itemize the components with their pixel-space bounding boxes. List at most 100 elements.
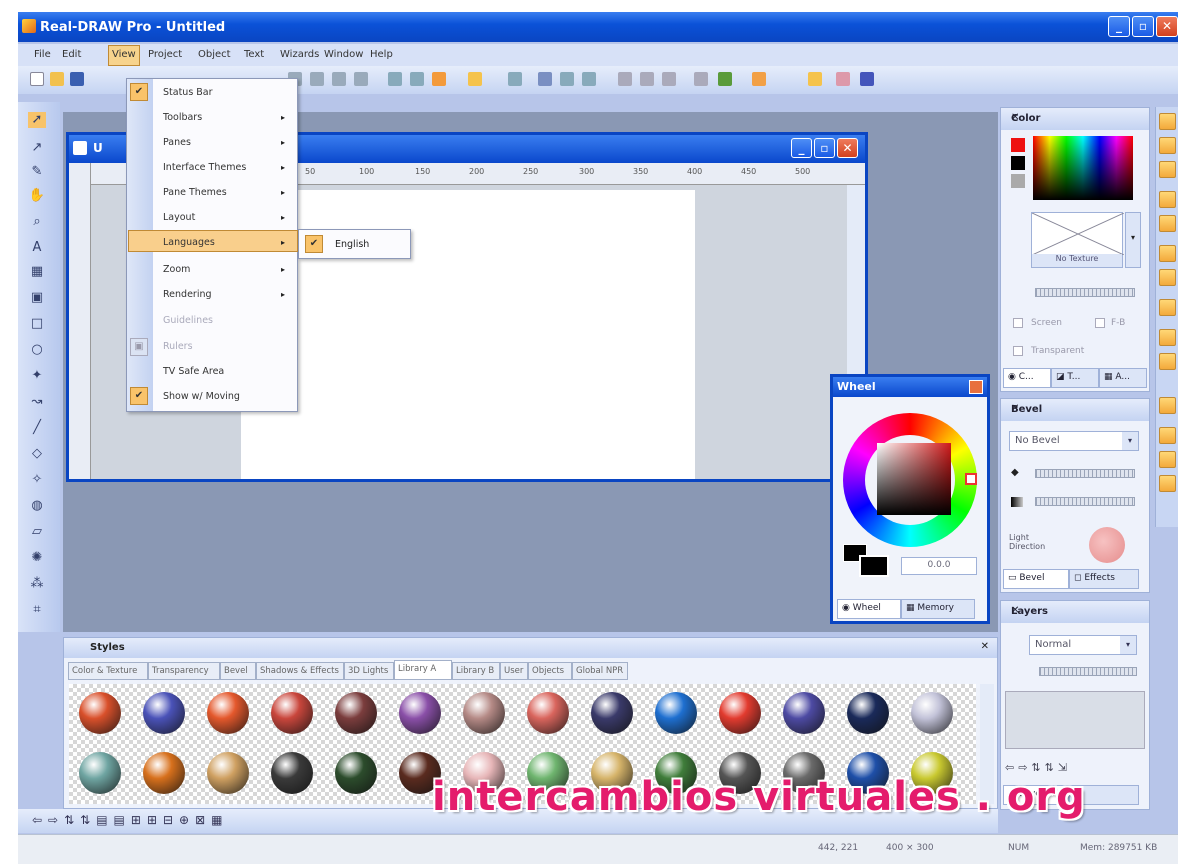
- transform-panel-icon[interactable]: [1159, 269, 1176, 286]
- style-swatch[interactable]: [335, 752, 377, 794]
- tab-texture[interactable]: ◪ T...: [1051, 368, 1099, 388]
- color-value-field[interactable]: 0.0.0: [901, 557, 977, 575]
- style-swatch[interactable]: [143, 692, 185, 734]
- opacity-slider[interactable]: [1035, 288, 1135, 297]
- brush-icon[interactable]: [560, 72, 574, 86]
- bevel-type-select[interactable]: No Bevel ▾: [1009, 431, 1139, 451]
- style-swatch[interactable]: [207, 692, 249, 734]
- light-icon[interactable]: [468, 72, 482, 86]
- menu-item-rendering[interactable]: Rendering: [163, 289, 212, 300]
- menu-text[interactable]: Text: [244, 49, 264, 60]
- zoom-tool-icon[interactable]: ⌕: [28, 214, 46, 230]
- bevel-depth-slider[interactable]: [1035, 469, 1135, 478]
- effects-panel-icon[interactable]: [1159, 245, 1176, 262]
- frame-icon[interactable]: [808, 72, 822, 86]
- menu-item-panes[interactable]: Panes: [163, 137, 191, 148]
- order-icon-2[interactable]: [640, 72, 654, 86]
- fill-tool-icon[interactable]: ◍: [28, 498, 46, 514]
- gradient-panel-icon[interactable]: [1159, 137, 1176, 154]
- tab-objects[interactable]: Objects: [528, 662, 572, 680]
- menu-item-toolbars[interactable]: Toolbars: [163, 112, 202, 123]
- bitmap-tool-icon[interactable]: ▣: [28, 290, 46, 306]
- star-tool-icon[interactable]: ✦: [28, 368, 46, 384]
- menu-item-zoom[interactable]: Zoom: [163, 264, 190, 275]
- menu-item-pane-themes[interactable]: Pane Themes: [163, 187, 227, 198]
- ellipse-tool-icon[interactable]: ○: [28, 342, 46, 358]
- layer-list[interactable]: [1005, 691, 1145, 749]
- minimize-button[interactable]: _: [1108, 16, 1130, 37]
- menu-item-layout[interactable]: Layout: [163, 212, 195, 223]
- panel-close-icon[interactable]: ✕: [1011, 403, 1143, 414]
- wheel-close-icon[interactable]: [969, 380, 983, 394]
- menu-view[interactable]: View: [108, 45, 140, 66]
- tab-transparency[interactable]: Transparency: [148, 662, 220, 680]
- style-swatch[interactable]: [399, 692, 441, 734]
- tab-user[interactable]: User: [500, 662, 528, 680]
- style-swatch[interactable]: [207, 752, 249, 794]
- color-spectrum[interactable]: [1033, 136, 1133, 200]
- order-icon-3[interactable]: [662, 72, 676, 86]
- palette-panel-icon[interactable]: [1159, 353, 1176, 370]
- style-swatch[interactable]: [271, 752, 313, 794]
- order-icon-1[interactable]: [618, 72, 632, 86]
- background-swatch[interactable]: [859, 555, 889, 577]
- fg-color-swatch[interactable]: [1011, 138, 1025, 152]
- style-swatch[interactable]: [655, 692, 697, 734]
- order-icon-4[interactable]: [694, 72, 708, 86]
- shape-tool-icon[interactable]: ◇: [28, 446, 46, 462]
- tab-bevel[interactable]: ▭ Bevel: [1003, 569, 1069, 589]
- menu-item-interface-themes[interactable]: Interface Themes: [163, 162, 246, 173]
- filter-panel-icon[interactable]: [1159, 329, 1176, 346]
- panel-close-icon[interactable]: ✕: [1011, 112, 1143, 123]
- menu-project[interactable]: Project: [148, 49, 182, 60]
- eyedropper-icon[interactable]: [538, 72, 552, 86]
- hue-handle[interactable]: [965, 473, 977, 485]
- style-swatch[interactable]: [911, 692, 953, 734]
- menu-wizards[interactable]: Wizards: [280, 49, 319, 60]
- blend-mode-select[interactable]: Normal ▾: [1029, 635, 1137, 655]
- tab-alpha[interactable]: ▦ A...: [1099, 368, 1147, 388]
- curve-tool-icon[interactable]: ↝: [28, 394, 46, 410]
- texture-panel-icon[interactable]: [1159, 161, 1176, 178]
- crop-tool-icon[interactable]: ⌗: [28, 602, 46, 618]
- shape-panel-icon[interactable]: [1159, 215, 1176, 232]
- tab-bevel[interactable]: Bevel: [220, 662, 256, 680]
- gray-color-swatch[interactable]: [1011, 174, 1025, 188]
- style-swatch[interactable]: [527, 692, 569, 734]
- language-option-english[interactable]: English: [335, 239, 369, 250]
- panel-close-icon[interactable]: ✕: [981, 641, 989, 652]
- style-swatch[interactable]: [719, 692, 761, 734]
- tab-color-texture[interactable]: Color & Texture: [68, 662, 148, 680]
- close-button[interactable]: ✕: [1156, 16, 1178, 37]
- style-swatch[interactable]: [591, 692, 633, 734]
- node-tool-icon[interactable]: ↗: [28, 140, 46, 156]
- color-panel-icon[interactable]: [1159, 113, 1176, 130]
- tab-library-b[interactable]: Library B: [452, 662, 500, 680]
- clone-tool-icon[interactable]: ✺: [28, 550, 46, 566]
- magic-icon[interactable]: [582, 72, 596, 86]
- ungroup-icon[interactable]: [410, 72, 424, 86]
- tab-3d-lights[interactable]: 3D Lights: [344, 662, 394, 680]
- saturation-value-square[interactable]: [877, 443, 951, 515]
- text-tool-icon[interactable]: A: [28, 240, 46, 256]
- style-swatch[interactable]: [463, 692, 505, 734]
- bevel-panel-icon[interactable]: [1159, 191, 1176, 208]
- style-swatch[interactable]: [79, 752, 121, 794]
- bg-color-swatch[interactable]: [1011, 156, 1025, 170]
- style-swatch[interactable]: [79, 692, 121, 734]
- tab-memory[interactable]: ▦ Memory: [901, 599, 975, 619]
- arrange-icons[interactable]: ⇦⇨⇅⇅▤▤⊞⊞⊟⊕⊠▦: [32, 813, 229, 827]
- tab-wheel[interactable]: ◉ Wheel: [837, 599, 901, 619]
- style-swatch[interactable]: [847, 692, 889, 734]
- tab-shadows-effects[interactable]: Shadows & Effects: [256, 662, 344, 680]
- grid-icon[interactable]: [836, 72, 850, 86]
- layer-opacity-slider[interactable]: [1039, 667, 1137, 676]
- screen-checkbox[interactable]: [1013, 318, 1023, 328]
- menu-item-status-bar[interactable]: Status Bar: [163, 87, 213, 98]
- style-swatch[interactable]: [335, 692, 377, 734]
- line-tool-icon[interactable]: ╱: [28, 420, 46, 436]
- check-icon[interactable]: [718, 72, 732, 86]
- redo-icon[interactable]: [354, 72, 368, 86]
- tab-effects[interactable]: ◻ Effects: [1069, 569, 1139, 589]
- doc-maximize-button[interactable]: ▫: [814, 138, 835, 158]
